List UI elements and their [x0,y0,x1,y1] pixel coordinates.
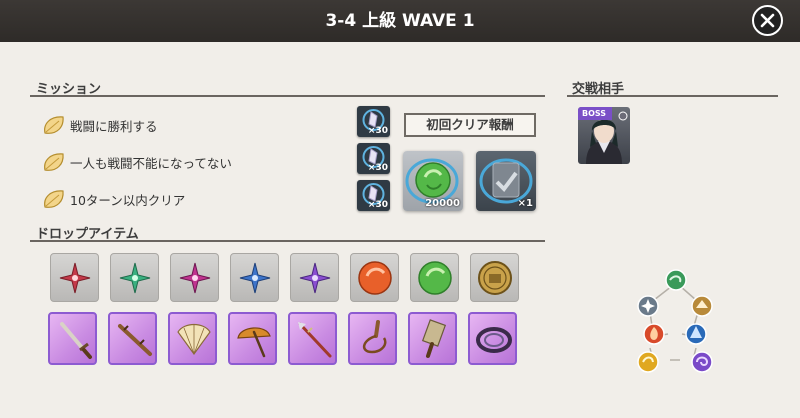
drop-item[interactable] [410,253,459,302]
mission-reward[interactable]: ×30 [357,106,390,137]
green-shuriken-icon [119,262,151,294]
reward-count: ×30 [367,163,388,173]
mission-label: 戦闘に勝利する [70,119,158,134]
drop-item[interactable] [290,253,339,302]
missions-divider [30,95,545,97]
affinity-arrows [649,285,699,361]
first-clear-reward[interactable]: ×1 [476,151,536,211]
magenta-shuriken-icon [179,262,211,294]
drops-divider [30,240,545,242]
drop-item[interactable] [228,312,277,365]
cleaver-icon [421,319,447,358]
fire-element-icon [643,323,665,345]
drop-item[interactable] [108,312,157,365]
mission-item: 一人も戦闘不能になってない [40,149,340,175]
green-orb-icon [418,261,452,295]
purple-shuriken-icon [299,262,331,294]
element-affinity-chart[interactable] [632,268,718,374]
sword-icon [60,322,92,359]
drop-item[interactable] [348,312,397,365]
earth-element-icon [691,295,713,317]
leaf-icon [44,190,64,208]
blue-shuriken-icon [239,262,271,294]
orange-orb-icon [358,261,392,295]
whip-icon [363,320,387,354]
drop-item[interactable] [48,312,97,365]
drop-item[interactable] [170,253,219,302]
thunder-element-icon [637,351,659,373]
drop-item[interactable] [168,312,217,365]
reward-count: ×1 [517,198,533,209]
first-clear-reward-label: 初回クリア報酬 [404,113,536,137]
drop-item[interactable] [468,312,517,365]
fan-icon [177,323,211,356]
opponent-divider [567,95,778,97]
boss-portrait[interactable]: BOSS [578,107,630,164]
umbrella-icon [237,327,271,358]
water-element-icon [685,323,707,345]
drop-item[interactable] [470,253,519,302]
close-button[interactable] [752,5,783,36]
mission-reward[interactable]: ×30 [357,143,390,174]
drop-item[interactable] [408,312,457,365]
drop-item[interactable] [288,312,337,365]
mission-reward[interactable]: ×30 [357,180,390,211]
mission-label: 一人も戦闘不能になってない [70,156,232,171]
drop-item[interactable] [50,253,99,302]
first-clear-reward[interactable]: 20000 [403,151,463,211]
red-shuriken-icon [59,262,91,294]
light-element-icon [637,295,659,317]
dark-element-icon [691,351,713,373]
reward-count: ×30 [367,126,388,136]
mission-item: 10ターン以内クリア [40,186,340,212]
mission-item: 戦闘に勝利する [40,112,340,138]
boss-badge: BOSS [578,107,613,120]
leaf-icon [44,116,64,134]
close-icon [760,13,775,28]
drop-item[interactable] [110,253,159,302]
spear-icon [298,322,332,358]
reward-count: ×30 [367,200,388,210]
gold-coin-icon [478,261,512,295]
drop-item[interactable] [230,253,279,302]
wind-element-icon [665,269,687,291]
page-title: 3-4 上級 WAVE 1 [325,11,475,31]
leaf-icon [44,153,64,171]
staff-icon [118,324,152,356]
mission-label: 10ターン以内クリア [70,193,186,208]
reward-count: 20000 [425,198,460,209]
drop-item[interactable] [350,253,399,302]
chakram-icon [476,327,512,353]
